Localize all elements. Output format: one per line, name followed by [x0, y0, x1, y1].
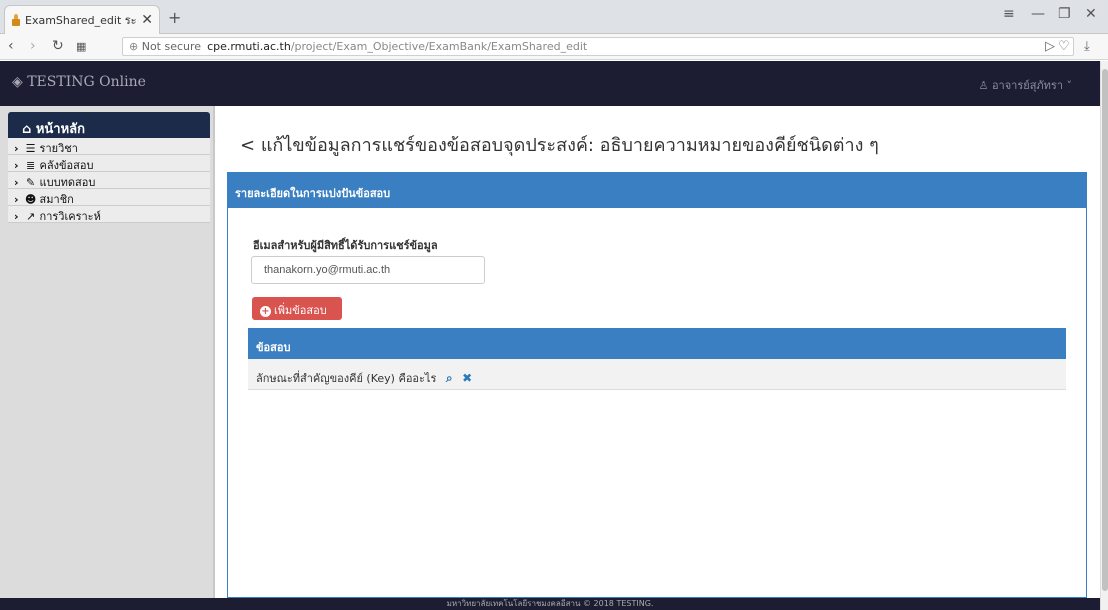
chevron-down-icon: ˅	[1063, 79, 1072, 92]
footer: มหาวิทยาลัยเทคโนโลยีราชมงคลอีสาน © 2018 …	[0, 598, 1100, 610]
chevron-right-icon: ›	[14, 193, 19, 206]
download-icon[interactable]: ⤓	[1084, 39, 1090, 54]
sidebar-item-label: คลังข้อสอบ	[39, 159, 94, 172]
users-icon: ☻	[24, 193, 37, 206]
sidebar-item-members[interactable]: › ☻ สมาชิก	[8, 189, 210, 206]
minimize-icon[interactable]: —	[1031, 6, 1045, 22]
browser-tab-bar: ExamShared_edit ระบบวิเคร ✕ + ≡ — ❐ ✕	[0, 0, 1108, 34]
page-title: < แก้ไขข้อมูลการแชร์ของข้อสอบจุดประสงค์:…	[240, 130, 879, 159]
sidebar: ⌂ หน้าหลัก › ☰ รายวิชา › ≣ คลังข้อสอบ › ✎ แบบท…	[0, 106, 215, 598]
tab-close-icon[interactable]: ✕	[141, 12, 153, 28]
sidebar-item-label: สมาชิก	[39, 193, 74, 206]
sidebar-item-label: แบบทดสอบ	[39, 176, 96, 189]
address-bar-row: ‹ › ↻ ▦ ⊕ Not secure cpe.rmuti.ac.th/proj…	[0, 34, 1108, 60]
close-window-icon[interactable]: ✕	[1085, 6, 1097, 22]
new-tab-button[interactable]: +	[168, 8, 181, 27]
table-row: ลักษณะที่สำคัญของคีย์ (Key) คืออะไร ⌕ ✖	[248, 359, 1066, 390]
table-header: ข้อสอบ	[248, 328, 1066, 359]
url-domain: cpe.rmuti.ac.th	[207, 40, 291, 53]
not-secure-label: Not secure	[141, 40, 202, 53]
favorite-heart-icon[interactable]: ♡	[1058, 39, 1070, 54]
list-icon: ☰	[25, 142, 36, 155]
share-icon[interactable]: ▷	[1045, 39, 1055, 54]
chevron-right-icon: ›	[14, 176, 19, 189]
tab-list-icon[interactable]: ≡	[1003, 6, 1015, 22]
chevron-right-icon: ›	[14, 142, 19, 155]
sidebar-item-courses[interactable]: › ☰ รายวิชา	[8, 138, 210, 155]
delete-icon[interactable]: ✖	[462, 371, 472, 385]
home-icon: ⌂	[22, 122, 36, 137]
question-text: ลักษณะที่สำคัญของคีย์ (Key) คืออะไร	[256, 372, 437, 385]
url-path: /project/Exam_Objective/ExamBank/ExamSha…	[290, 40, 588, 53]
chevron-right-icon: ›	[14, 159, 19, 172]
add-question-button[interactable]: + เพิ่มข้อสอบ	[252, 297, 342, 320]
forward-icon[interactable]: ›	[30, 38, 36, 54]
user-icon: ♙	[978, 79, 992, 92]
globe-icon: ⊕	[129, 40, 142, 53]
page-scrollbar[interactable]	[1100, 61, 1108, 610]
restore-icon[interactable]: ❐	[1058, 6, 1071, 22]
panel-heading: รายละเอียดในการแบ่งปันข้อสอบ	[228, 173, 1086, 208]
apps-grid-icon[interactable]: ▦	[76, 40, 86, 53]
user-name: อาจารย์สุภัทรา	[991, 79, 1063, 92]
view-icon[interactable]: ⌕	[446, 371, 453, 386]
sidebar-item-label: การวิเคราะห์	[39, 210, 101, 223]
sidebar-item-home[interactable]: ⌂ หน้าหลัก	[8, 112, 210, 138]
scrollbar-thumb[interactable]	[1102, 69, 1108, 591]
browser-tab[interactable]: ExamShared_edit ระบบวิเคร ✕	[4, 5, 160, 34]
layers-icon: ◈	[12, 74, 28, 90]
line-chart-icon: ↗	[25, 210, 36, 223]
back-icon[interactable]: ‹	[8, 38, 14, 54]
edit-icon: ✎	[25, 176, 36, 189]
sidebar-item-analysis[interactable]: › ↗ การวิเคราะห์	[8, 206, 210, 223]
share-alt-icon: <	[240, 135, 261, 156]
tab-title: ExamShared_edit ระบบวิเคร	[25, 14, 137, 27]
email-field[interactable]	[251, 256, 485, 284]
sidebar-item-tests[interactable]: › ✎ แบบทดสอบ	[8, 172, 210, 189]
plus-circle-icon: +	[260, 306, 271, 317]
email-label: อีเมลสำหรับผู้มีสิทธิ์ได้รับการแชร์ข้อมู…	[253, 239, 438, 252]
chevron-right-icon: ›	[14, 210, 19, 223]
brand[interactable]: ◈ TESTING Online	[12, 74, 146, 90]
brand-label: TESTING Online	[27, 74, 146, 90]
add-question-label: เพิ่มข้อสอบ	[274, 304, 327, 317]
reload-icon[interactable]: ↻	[52, 38, 64, 54]
sidebar-item-label: รายวิชา	[39, 142, 78, 155]
page-title-text: แก้ไขข้อมูลการแชร์ของข้อสอบจุดประสงค์: อ…	[260, 135, 879, 156]
sidebar-item-exam-bank[interactable]: › ≣ คลังข้อสอบ	[8, 155, 210, 172]
sidebar-home-label: หน้าหลัก	[35, 122, 86, 137]
database-icon: ≣	[25, 159, 36, 172]
favicon-icon	[11, 14, 21, 26]
user-menu[interactable]: ♙ อาจารย์สุภัทรา ˅	[979, 76, 1072, 94]
url-field[interactable]: ⊕ Not secure cpe.rmuti.ac.th/project/Exam…	[122, 37, 1074, 56]
site-header: ◈ TESTING Online ♙ อาจารย์สุภัทรา ˅	[0, 61, 1100, 106]
